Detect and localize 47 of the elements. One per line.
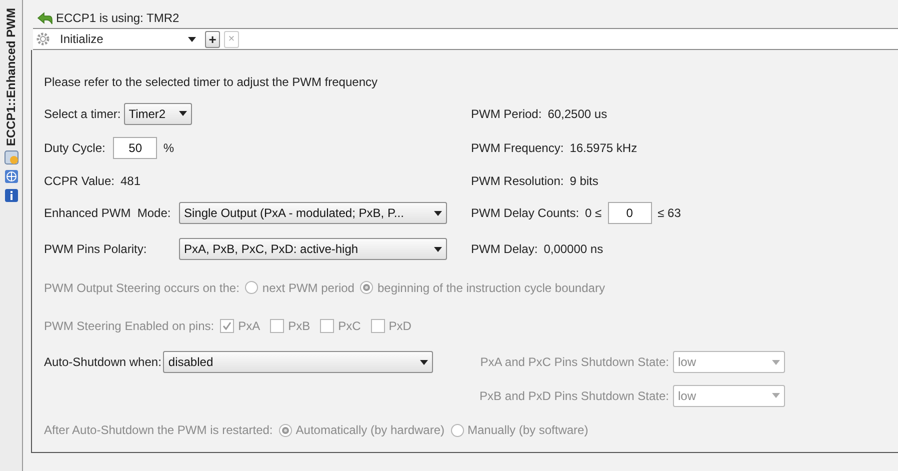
delay-counts-label: PWM Delay Counts: <box>471 205 580 222</box>
readout-value: 16.5975 kHz <box>570 140 638 157</box>
mode-label: Enhanced PWM Mode: <box>44 205 172 222</box>
max-label: ≤ 63 <box>658 205 681 222</box>
check-icon <box>222 321 232 331</box>
caret-icon <box>434 246 442 252</box>
shutdown-state-label: PxB and PxD Pins Shutdown State: <box>480 388 669 404</box>
gear-icon[interactable] <box>35 31 51 47</box>
unit-label: % <box>163 140 174 157</box>
shutdown-state-label: PxA and PxC Pins Shutdown State: <box>480 354 669 371</box>
caret-icon <box>772 360 780 364</box>
info-text: Please refer to the selected timer to adjust the PWM frequency <box>44 74 378 91</box>
info-icon[interactable] <box>4 188 18 204</box>
polarity-dropdown[interactable]: PxA, PxB, PxC, PxD: active-high <box>179 238 447 260</box>
timer-label: Select a timer: <box>44 106 121 122</box>
globe-icon[interactable] <box>4 169 18 184</box>
readout-value: 9 bits <box>570 172 598 190</box>
timer-dropdown[interactable]: Timer2 <box>124 102 192 124</box>
restart-label: After Auto-Shutdown the PWM is restarted: <box>44 422 273 439</box>
readout-value: 481 <box>120 172 141 190</box>
chip-icon[interactable] <box>4 150 18 166</box>
auto-shutdown-dropdown[interactable]: disabled <box>163 351 434 373</box>
header-text: ECCP1 is using: TMR2 <box>56 10 180 27</box>
duty-cycle-label: Duty Cycle: <box>44 140 106 157</box>
min-label: 0 ≤ <box>585 205 602 222</box>
readout-label: PWM Resolution: <box>471 172 564 190</box>
back-arrow-icon[interactable] <box>37 12 53 24</box>
readout-label: PWM Delay: <box>471 241 538 258</box>
caret-icon <box>188 36 196 42</box>
caret-icon <box>434 210 442 216</box>
action-dropdown[interactable]: Initialize <box>57 30 199 48</box>
readout-label: CCPR Value: <box>44 172 114 190</box>
caret-icon <box>772 393 780 398</box>
steering-label: PWM Output Steering occurs on the: <box>44 280 240 296</box>
auto-shutdown-label: Auto-Shutdown when: <box>44 354 162 371</box>
polarity-label: PWM Pins Polarity: <box>44 241 148 258</box>
steering-pins-label: PWM Steering Enabled on pins: <box>44 318 214 335</box>
readout-label: PWM Frequency: <box>471 140 564 157</box>
readout-value: 60,2500 us <box>548 106 608 122</box>
delay-counts-field[interactable]: 0 <box>608 202 652 224</box>
caret-icon <box>420 360 428 364</box>
readout-value: 0,00000 ns <box>544 241 604 258</box>
readout-label: PWM Period: <box>471 106 542 122</box>
mode-dropdown[interactable]: Single Output (PxA - modulated; PxB, P... <box>179 202 447 224</box>
duty-cycle-field[interactable]: 50 <box>113 137 158 159</box>
add-button[interactable]: + <box>205 30 220 48</box>
caret-icon <box>178 111 187 116</box>
